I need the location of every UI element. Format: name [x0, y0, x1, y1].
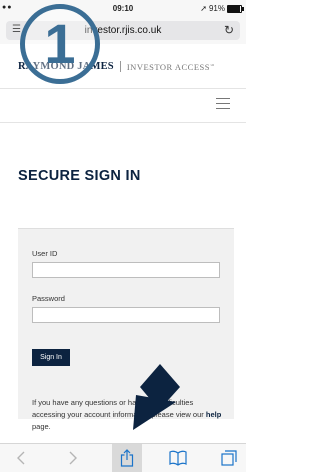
- pointing-arrow-icon: [133, 364, 180, 430]
